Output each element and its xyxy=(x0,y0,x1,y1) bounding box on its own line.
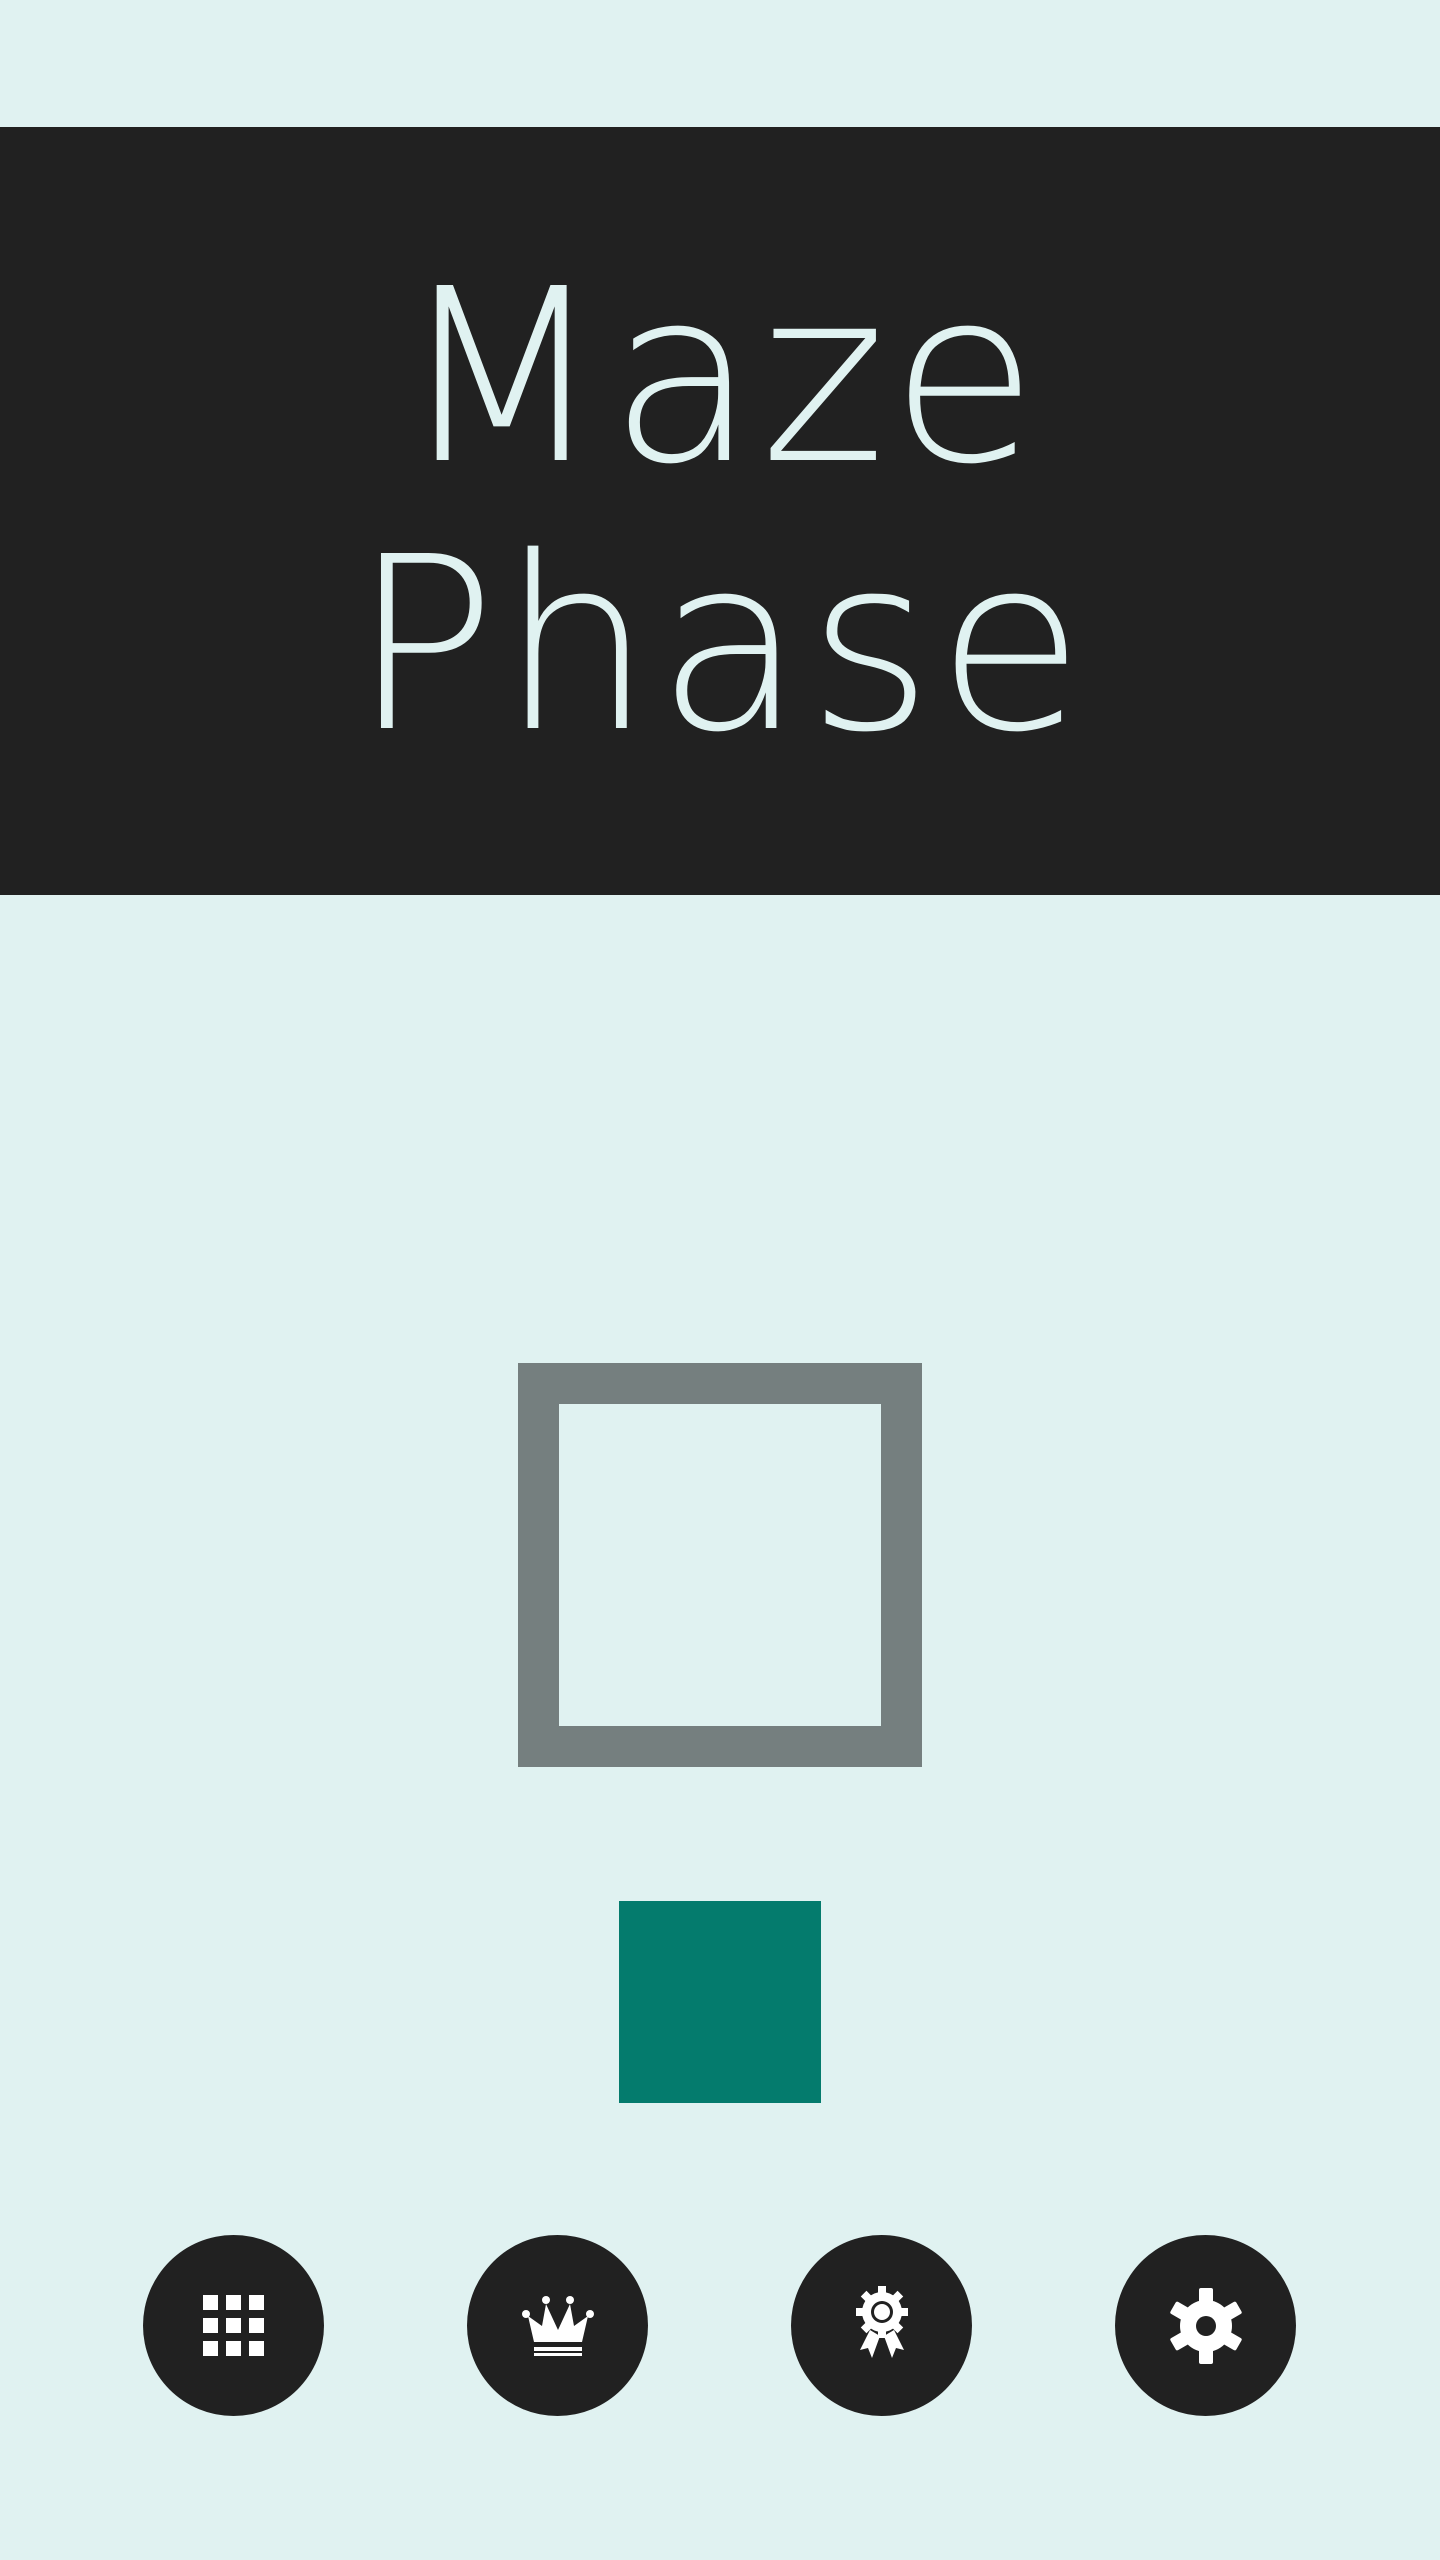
gear-icon xyxy=(1169,2287,1242,2364)
leaderboard-button[interactable] xyxy=(467,2235,648,2416)
crown-icon xyxy=(521,2295,594,2356)
award-icon xyxy=(855,2285,908,2358)
maze-preview-frame xyxy=(518,1363,922,1767)
play-tile[interactable] xyxy=(619,1901,821,2103)
grid-icon xyxy=(202,2294,264,2356)
achievements-button[interactable] xyxy=(791,2235,972,2416)
settings-button[interactable] xyxy=(1115,2235,1296,2416)
title-banner: Maze Phase xyxy=(0,127,1440,895)
game-title-line-1: Maze xyxy=(398,237,1042,517)
levels-button[interactable] xyxy=(143,2235,324,2416)
game-title-line-2: Phase xyxy=(351,505,1089,785)
